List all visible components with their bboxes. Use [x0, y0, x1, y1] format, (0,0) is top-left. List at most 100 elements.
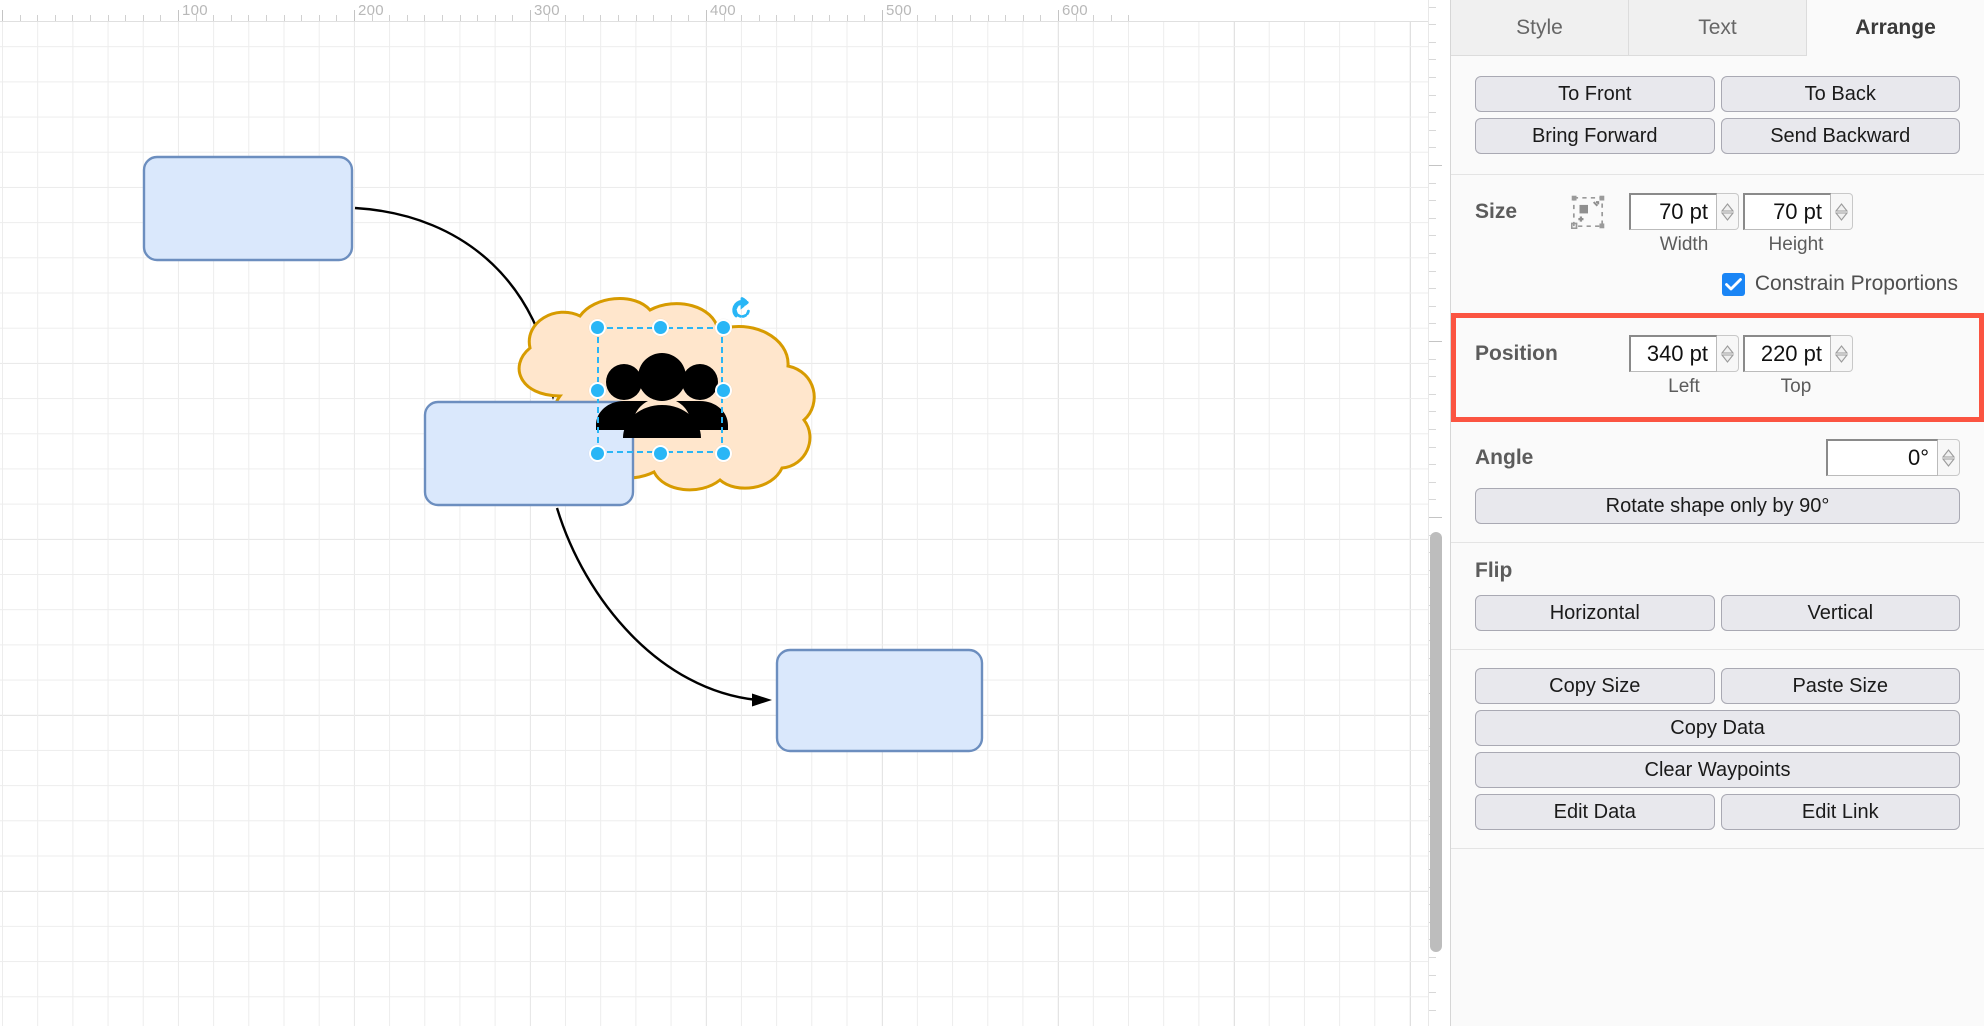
shape-selection-overlay	[588, 295, 750, 462]
order-row-1: To Front To Back	[1475, 76, 1960, 112]
angle-stepper[interactable]	[1938, 439, 1960, 476]
ruler-tick-minor	[1005, 15, 1007, 21]
ruler-tick-minor	[1128, 15, 1130, 21]
ruler-tick-minor	[917, 15, 919, 21]
ruler-tick-minor	[952, 15, 954, 21]
resize-handle-bottom-right[interactable]	[714, 444, 732, 462]
position-left-input[interactable]: 340 pt	[1629, 335, 1717, 372]
copy-data-button[interactable]: Copy Data	[1475, 710, 1960, 746]
rotate-icon[interactable]	[729, 295, 755, 323]
position-left-sublabel: Left	[1668, 376, 1700, 397]
ruler-tick-minor	[406, 15, 408, 21]
size-row: Size 70 pt 70 pt	[1475, 193, 1960, 230]
position-row: Position 340 pt 220 pt	[1475, 335, 1960, 372]
to-back-button[interactable]: To Back	[1720, 76, 1960, 112]
bring-forward-button[interactable]: Bring Forward	[1475, 118, 1715, 154]
rotate-shape-label: Rotate shape only by 90°	[1605, 494, 1830, 517]
ruler-tick-minor	[213, 15, 215, 21]
ruler-tick-minor	[477, 15, 479, 21]
ruler-tick-minor	[512, 15, 514, 21]
ruler-tick-minor	[670, 15, 672, 21]
ruler-tick-minor	[248, 15, 250, 21]
ruler-tick-minor	[494, 15, 496, 21]
edit-data-button[interactable]: Edit Data	[1475, 794, 1715, 830]
scrollbar-thumb[interactable]	[1430, 532, 1442, 952]
constrain-proportions-label: Constrain Proportions	[1754, 272, 1958, 295]
flip-horizontal-button[interactable]: Horizontal	[1475, 595, 1715, 631]
position-top-stepper[interactable]	[1831, 335, 1853, 372]
resize-handle-middle-right[interactable]	[714, 381, 732, 399]
ruler-tick-minor	[142, 15, 144, 21]
send-backward-button[interactable]: Send Backward	[1720, 118, 1960, 154]
tab-style-label: Style	[1516, 15, 1563, 39]
tab-text-label: Text	[1698, 15, 1737, 39]
to-front-button[interactable]: To Front	[1475, 76, 1715, 112]
tab-arrange[interactable]: Arrange	[1807, 0, 1984, 56]
resize-handle-middle-left[interactable]	[588, 381, 606, 399]
ruler-tick-minor	[72, 15, 74, 21]
angle-section: Angle 0° Rotate shape only by 90°	[1451, 421, 1984, 543]
height-input[interactable]: 70 pt	[1743, 193, 1831, 230]
ruler-tick-minor	[582, 15, 584, 21]
ruler-tick-minor	[336, 15, 338, 21]
ruler-tick-minor	[389, 15, 391, 21]
position-left-stepper[interactable]	[1717, 335, 1739, 372]
resize-handle-bottom-left[interactable]	[588, 444, 606, 462]
width-field-wrap: 70 pt	[1629, 193, 1739, 230]
ruler-tick-minor	[90, 15, 91, 21]
tab-style[interactable]: Style	[1451, 0, 1629, 56]
tab-text[interactable]: Text	[1629, 0, 1807, 56]
copy-data-row: Copy Data	[1475, 710, 1960, 746]
ruler-tick-minor	[618, 15, 619, 21]
flip-buttons-row: Horizontal Vertical	[1475, 595, 1960, 631]
edit-link-button[interactable]: Edit Link	[1720, 794, 1960, 830]
ruler-tick-minor	[811, 15, 813, 21]
ruler-label: 500	[886, 2, 912, 19]
resize-handle-bottom-center[interactable]	[651, 444, 669, 462]
clear-waypoints-button[interactable]: Clear Waypoints	[1475, 752, 1960, 788]
send-backward-label: Send Backward	[1770, 124, 1911, 147]
canvas-vertical-scrollbar[interactable]	[1430, 22, 1442, 1026]
horizontal-ruler[interactable]: 100 200 300 400 500 600	[0, 0, 1450, 22]
ruler-tick-minor	[565, 15, 567, 21]
ruler-tick-minor	[301, 15, 303, 21]
autosize-icon[interactable]	[1570, 195, 1605, 229]
resize-handle-top-center[interactable]	[651, 318, 669, 336]
ruler-tick-minor	[758, 15, 760, 21]
ruler-tick-minor	[424, 15, 426, 21]
rotate-shape-button[interactable]: Rotate shape only by 90°	[1475, 488, 1960, 524]
resize-handle-top-left[interactable]	[588, 318, 606, 336]
ruler-tick-minor	[653, 15, 655, 21]
ruler-tick-major	[882, 10, 883, 21]
ruler-tick-minor	[459, 15, 461, 21]
ruler-tick-minor	[776, 15, 778, 21]
ruler-tick-minor	[829, 15, 831, 21]
constrain-proportions-row[interactable]: Constrain Proportions	[1475, 272, 1960, 296]
position-top-input[interactable]: 220 pt	[1743, 335, 1831, 372]
ruler-tick-minor	[283, 15, 285, 21]
ruler-tick-minor	[266, 15, 267, 21]
edit-link-label: Edit Link	[1801, 800, 1879, 823]
flip-label: Flip	[1475, 559, 1513, 582]
height-stepper[interactable]	[1831, 193, 1853, 230]
edit-row: Edit Data Edit Link	[1475, 794, 1960, 830]
ruler-tick-minor	[794, 15, 795, 21]
paste-size-button[interactable]: Paste Size	[1720, 668, 1960, 704]
ruler-tick-minor	[1110, 15, 1112, 21]
copy-data-label: Copy Data	[1670, 716, 1765, 739]
copy-size-button[interactable]: Copy Size	[1475, 668, 1715, 704]
bring-forward-label: Bring Forward	[1531, 124, 1658, 147]
flip-vertical-button[interactable]: Vertical	[1720, 595, 1960, 631]
constrain-proportions-checkbox[interactable]	[1721, 272, 1745, 296]
width-stepper[interactable]	[1717, 193, 1739, 230]
size-sublabels-row: Width Height	[1475, 234, 1960, 256]
size-section: Size 70 pt 70 pt Width Height Constrain …	[1451, 175, 1984, 315]
angle-input[interactable]: 0°	[1826, 439, 1938, 476]
ruler-tick-minor	[230, 15, 232, 21]
width-input[interactable]: 70 pt	[1629, 193, 1717, 230]
connector-2	[555, 507, 772, 707]
height-sublabel: Height	[1768, 234, 1824, 255]
canvas-shapes-layer	[142, 155, 984, 753]
ruler-tick-minor	[970, 15, 971, 21]
diagram-canvas[interactable]: 100 200 300 400 500 600	[0, 0, 1450, 1026]
